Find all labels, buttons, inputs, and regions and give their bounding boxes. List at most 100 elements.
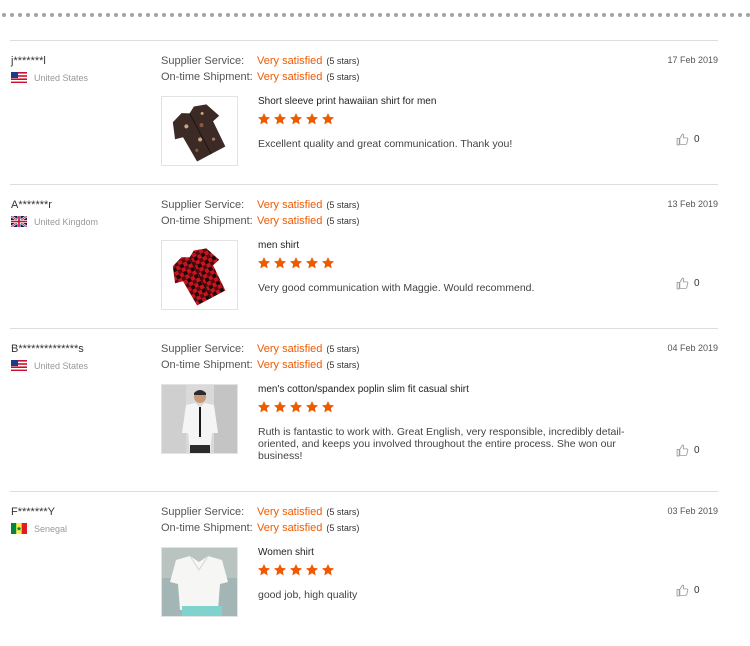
supplier-service-label: Supplier Service:	[161, 199, 245, 211]
reviewer-name: A*******r	[11, 199, 52, 211]
review-date: 03 Feb 2019	[667, 506, 718, 516]
product-thumbnail[interactable]	[161, 384, 238, 454]
star-icon	[257, 563, 271, 577]
star-icon	[257, 256, 271, 270]
like-button[interactable]: 0	[676, 277, 700, 290]
shipment-stars: (5 stars)	[326, 72, 360, 82]
like-count: 0	[694, 134, 700, 145]
reviewer-country: United Kingdom	[11, 216, 98, 227]
star-icon	[289, 112, 303, 126]
like-button[interactable]: 0	[676, 584, 700, 597]
reviewer-country: Senegal	[11, 523, 67, 534]
review-stars	[257, 112, 335, 126]
shipment-stars: (5 stars)	[326, 360, 360, 370]
uk-flag-icon	[11, 216, 27, 227]
product-title[interactable]: Women shirt	[258, 547, 314, 558]
product-thumbnail[interactable]	[161, 240, 238, 310]
star-icon	[305, 400, 319, 414]
dotted-separator	[0, 12, 750, 18]
shipment-value: Very satisfied	[257, 359, 323, 371]
product-thumbnail[interactable]	[161, 96, 238, 166]
supplier-service-value: Very satisfied	[257, 506, 323, 518]
country-name: United Kingdom	[34, 216, 99, 227]
shipment-label: On-time Shipment:	[161, 359, 253, 371]
divider	[10, 328, 718, 329]
star-icon	[273, 563, 287, 577]
supplier-service-rating: Supplier Service: Very satisfied (5 stars)	[161, 199, 359, 211]
shipment-rating: On-time Shipment: Very satisfied (5 stars)	[161, 71, 359, 83]
reviewer-name: F*******Y	[11, 506, 56, 518]
review-comment: Ruth is fantastic to work with. Great En…	[258, 426, 625, 462]
shipment-label: On-time Shipment:	[161, 215, 253, 227]
plaid-shirt-image	[162, 241, 237, 309]
star-icon	[257, 112, 271, 126]
shipment-rating: On-time Shipment: Very satisfied (5 stars)	[161, 522, 359, 534]
supplier-service-stars: (5 stars)	[326, 56, 360, 66]
review-stars	[257, 563, 335, 577]
star-icon	[289, 563, 303, 577]
like-count: 0	[694, 278, 700, 289]
star-icon	[289, 400, 303, 414]
thumbs-up-icon[interactable]	[676, 444, 689, 457]
supplier-service-stars: (5 stars)	[326, 200, 360, 210]
review-comment: Very good communication with Maggie. Wou…	[258, 282, 535, 294]
review-item: j*******l United States Supplier Service…	[0, 55, 750, 195]
supplier-service-label: Supplier Service:	[161, 506, 245, 518]
shipment-value: Very satisfied	[257, 522, 323, 534]
star-icon	[305, 563, 319, 577]
supplier-service-stars: (5 stars)	[326, 507, 360, 517]
review-item: A*******r United Kingdom Supplier Servic…	[0, 199, 750, 339]
review-stars	[257, 256, 335, 270]
reviewer-country: United States	[11, 72, 88, 83]
review-item: B**************s United States Supplier …	[0, 343, 750, 493]
review-comment: good job, high quality	[258, 589, 358, 601]
thumbs-up-icon[interactable]	[676, 277, 689, 290]
product-thumbnail[interactable]	[161, 547, 238, 617]
star-icon	[305, 112, 319, 126]
supplier-service-label: Supplier Service:	[161, 343, 245, 355]
shipment-rating: On-time Shipment: Very satisfied (5 stars)	[161, 359, 359, 371]
like-button[interactable]: 0	[676, 444, 700, 457]
us-flag-icon	[11, 360, 27, 371]
supplier-service-value: Very satisfied	[257, 55, 323, 67]
us-flag-icon	[11, 72, 27, 83]
supplier-service-value: Very satisfied	[257, 199, 323, 211]
product-title[interactable]: men's cotton/spandex poplin slim fit cas…	[258, 384, 469, 395]
man-in-shirt-image	[162, 385, 237, 453]
shipment-stars: (5 stars)	[326, 523, 360, 533]
review-date: 13 Feb 2019	[667, 199, 718, 209]
like-button[interactable]: 0	[676, 133, 700, 146]
review-date: 04 Feb 2019	[667, 343, 718, 353]
star-icon	[273, 112, 287, 126]
star-icon	[273, 400, 287, 414]
hawaiian-shirt-image	[162, 97, 237, 165]
product-title[interactable]: Short sleeve print hawaiian shirt for me…	[258, 96, 436, 107]
shipment-rating: On-time Shipment: Very satisfied (5 stars)	[161, 215, 359, 227]
shipment-label: On-time Shipment:	[161, 71, 253, 83]
country-name: United States	[34, 72, 89, 83]
thumbs-up-icon[interactable]	[676, 584, 689, 597]
women-shirt-image	[162, 548, 237, 616]
star-icon	[273, 256, 287, 270]
like-count: 0	[694, 445, 700, 456]
star-icon	[321, 256, 335, 270]
supplier-service-rating: Supplier Service: Very satisfied (5 stars)	[161, 343, 359, 355]
reviewer-country: United States	[11, 360, 88, 371]
supplier-service-rating: Supplier Service: Very satisfied (5 stars)	[161, 506, 359, 518]
star-icon	[321, 400, 335, 414]
reviewer-name: B**************s	[11, 343, 84, 355]
star-icon	[289, 256, 303, 270]
star-icon	[257, 400, 271, 414]
supplier-service-stars: (5 stars)	[326, 344, 360, 354]
review-date: 17 Feb 2019	[667, 55, 718, 65]
shipment-value: Very satisfied	[257, 71, 323, 83]
senegal-flag-icon	[11, 523, 27, 534]
country-name: Senegal	[34, 523, 68, 534]
star-icon	[321, 563, 335, 577]
review-item: F*******Y Senegal Supplier Service: Very …	[0, 506, 750, 646]
shipment-stars: (5 stars)	[326, 216, 360, 226]
thumbs-up-icon[interactable]	[676, 133, 689, 146]
product-title[interactable]: men shirt	[258, 240, 299, 251]
review-stars	[257, 400, 335, 414]
divider	[10, 491, 718, 492]
